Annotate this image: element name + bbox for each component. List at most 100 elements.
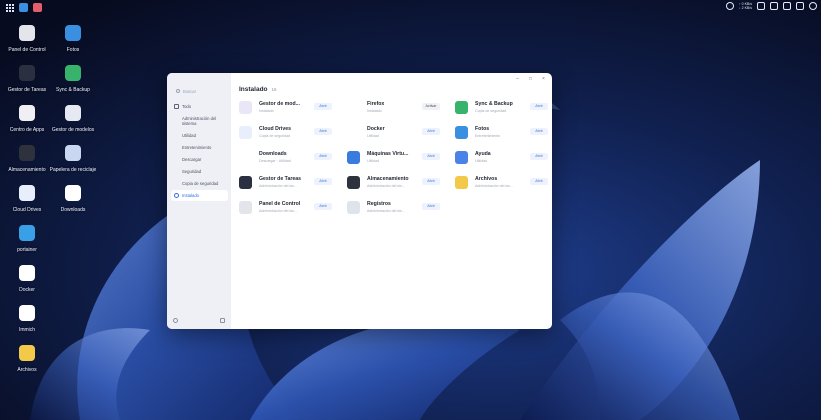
app-action-button[interactable]: Activar (422, 103, 440, 110)
control-panel-icon (19, 25, 35, 41)
app-card[interactable]: Docker Utilidad Abrir (347, 124, 452, 142)
app-action-button[interactable]: Abrir (530, 153, 548, 160)
app-action-button[interactable]: Abrir (314, 128, 332, 135)
app-card[interactable]: Gestor de Tareas Administración del sis..… (239, 174, 344, 192)
app-card[interactable]: Almacenamiento Administración del sis... A… (347, 174, 452, 192)
app-name: Cloud Drives (259, 126, 291, 132)
storage-status-icon[interactable] (770, 2, 778, 10)
sidebar-item-label: Utilidad (182, 133, 196, 138)
desktop-icon-label: Sync & Backup (56, 87, 90, 93)
sidebar-item-label: Entretenimiento (182, 145, 212, 150)
app-action-button[interactable]: Abrir (530, 178, 548, 185)
app-name: Gestor de Tareas (259, 176, 301, 182)
minimize-icon[interactable]: – (515, 76, 520, 82)
network-icon[interactable] (725, 2, 734, 10)
app-card[interactable]: Sync & Backup Copia de seguridad Abrir (455, 99, 552, 117)
app-card[interactable]: Downloads Descargar · Utilidad Abrir (239, 149, 344, 167)
desktop-icon[interactable]: Papelera de reciclaje (45, 145, 101, 173)
app-name: Archivos (475, 176, 498, 182)
notification-icon[interactable] (796, 2, 804, 10)
app-name: Downloads (259, 151, 287, 157)
desktop-icon[interactable]: Downloads (45, 185, 101, 213)
download-speed: ↓ 2 KB/s (738, 6, 752, 10)
sidebar: Todo Administración del sistema Utilidad En… (167, 73, 231, 329)
app-action-button[interactable]: Abrir (314, 178, 332, 185)
search-box[interactable] (172, 86, 226, 96)
desktop-icon-label: Immich (18, 327, 36, 333)
app-card[interactable]: Registros Administración del sis... Abrir (347, 199, 452, 217)
desktop-icon[interactable]: Sync & Backup (45, 65, 101, 93)
main-panel: – □ × Instalado 16 Gestor de mod... Instal… (231, 73, 552, 329)
desktop-icon[interactable]: Archivos (0, 345, 55, 373)
grid-icon (174, 104, 179, 109)
desktop-icon[interactable]: portainer (0, 225, 55, 253)
sidebar-item[interactable]: Seguridad (171, 166, 228, 177)
app-card[interactable]: Ayuda Utilidad Abrir (455, 149, 552, 167)
taskbar-app-icon[interactable] (33, 3, 42, 12)
app-category: Entretenimiento (475, 134, 501, 138)
sidebar-item[interactable]: Instalado (171, 190, 228, 201)
app-card[interactable]: Panel de Control Administración del sis..… (239, 199, 344, 217)
taskbar-app-center-icon[interactable] (19, 3, 28, 12)
monitor-icon[interactable] (757, 2, 765, 10)
desktop-icon[interactable]: Gestor de modelos (45, 105, 101, 133)
app-action-button[interactable]: Abrir (314, 103, 332, 110)
app-action-button[interactable]: Abrir (530, 128, 548, 135)
app-action-button[interactable]: Abrir (422, 178, 440, 185)
user-icon[interactable] (809, 2, 817, 10)
desktop-icon[interactable]: Docker (0, 265, 55, 293)
control-panel-icon (239, 201, 252, 214)
search-icon (176, 89, 180, 93)
vm-icon (347, 151, 360, 164)
app-category: Copia de seguridad (259, 134, 291, 138)
app-category: Utilidad (475, 159, 487, 163)
app-card[interactable]: Fotos Entretenimiento Abrir (455, 124, 552, 142)
sidebar-item[interactable]: Entretenimiento (171, 142, 228, 153)
app-name: Panel de Control (259, 201, 301, 207)
sidebar-item[interactable]: Administración del sistema (171, 113, 228, 129)
sidebar-item[interactable]: Descargar (171, 154, 228, 165)
desktop-icon-label: Downloads (60, 207, 86, 213)
settings-icon[interactable] (783, 2, 791, 10)
network-speed: ↑ 0 KB/s ↓ 2 KB/s (739, 2, 752, 10)
docker-icon (19, 265, 35, 281)
app-action-button[interactable]: Abrir (422, 128, 440, 135)
sidebar-item[interactable]: Todo (171, 101, 228, 112)
app-name: Máquinas Virtu... (367, 151, 409, 157)
help-icon (455, 151, 468, 164)
app-category: Utilidad (367, 159, 379, 163)
desktop-icon-label: Fotos (66, 47, 80, 53)
installed-count: 16 (271, 87, 277, 92)
app-card[interactable]: Cloud Drives Copia de seguridad Abrir (239, 124, 344, 142)
app-card[interactable]: Gestor de mod... Instalado Abrir (239, 99, 344, 117)
cloud-drives-icon (19, 185, 35, 201)
logs-icon (347, 201, 360, 214)
downloads-icon (239, 151, 252, 164)
app-name: Ayuda (475, 151, 491, 157)
app-card[interactable]: Archivos Administración del sis... Abrir (455, 174, 552, 192)
app-category: Copia de seguridad (475, 109, 507, 113)
app-action-button[interactable]: Abrir (314, 203, 332, 210)
sidebar-item[interactable]: Utilidad (171, 130, 228, 141)
desktop-icon[interactable]: Fotos (45, 25, 101, 53)
settings-icon[interactable] (173, 318, 178, 323)
app-action-button[interactable]: Abrir (422, 203, 440, 210)
app-action-button[interactable]: Abrir (314, 153, 332, 160)
top-bar: ↑ 0 KB/s ↓ 2 KB/s (0, 0, 821, 14)
docker-icon (347, 126, 360, 139)
app-card[interactable]: Firefox Instalado Activar (347, 99, 452, 117)
user-icon (174, 193, 179, 198)
sidebar-item[interactable]: Copia de seguridad (171, 178, 228, 189)
desktop-icon[interactable]: Immich (0, 305, 55, 333)
app-category: Administración del sis... (367, 209, 405, 213)
manual-install-icon[interactable] (220, 318, 225, 323)
app-card[interactable]: Máquinas Virtu... Utilidad Abrir (347, 149, 452, 167)
close-icon[interactable]: × (541, 76, 546, 82)
apps-grid-icon[interactable] (6, 3, 14, 12)
app-center-window: Todo Administración del sistema Utilidad En… (167, 73, 552, 329)
search-input[interactable] (183, 88, 221, 94)
app-action-button[interactable]: Abrir (422, 153, 440, 160)
app-action-button[interactable]: Abrir (530, 103, 548, 110)
maximize-icon[interactable]: □ (528, 76, 533, 82)
app-name: Fotos (475, 126, 490, 132)
